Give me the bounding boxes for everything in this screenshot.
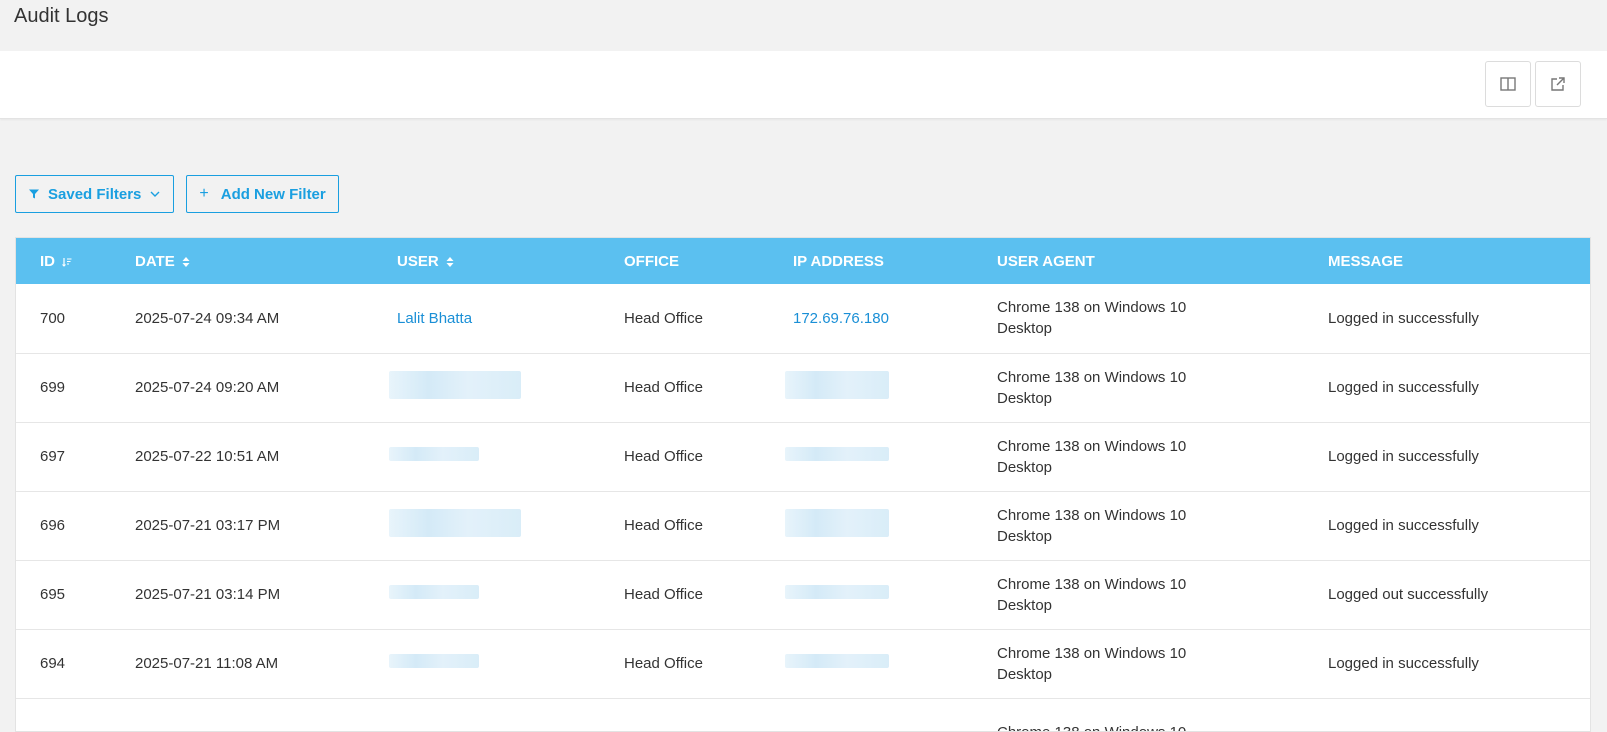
cell-id: 694 (40, 655, 66, 672)
columns-toggle-button[interactable] (1485, 61, 1531, 107)
cell-date (111, 698, 373, 731)
cell-user-agent: Chrome 138 on Windows 10 Desktop (997, 506, 1187, 545)
cell-message: Logged in successfully (1328, 379, 1479, 396)
cell-user-agent: Chrome 138 on Windows 10 Desktop (997, 575, 1187, 614)
chevron-down-icon (150, 191, 160, 197)
saved-filters-label: Saved Filters (48, 185, 142, 203)
audit-log-table: ID DATE USER OFFICE IP ADDRESS USER AGEN… (15, 237, 1591, 732)
cell-date: 2025-07-21 03:17 PM (135, 517, 281, 534)
redacted-block (389, 654, 479, 668)
column-header-user-agent: USER AGENT (997, 252, 1095, 270)
cell-id: 696 (40, 517, 66, 534)
cell-message: Logged out successfully (1328, 586, 1489, 603)
cell-user-redacted (373, 422, 600, 491)
table-row: 696 2025-07-21 03:17 PM Head Office Chro… (16, 491, 1590, 560)
table-row: 694 2025-07-21 11:08 AM Head Office Chro… (16, 629, 1590, 698)
cell-message: Logged in successfully (1328, 448, 1479, 465)
redacted-block (785, 447, 889, 461)
cell-user-agent: Chrome 138 on Windows 10 Desktop (997, 644, 1187, 683)
redacted-block (389, 370, 521, 399)
table-row: 697 2025-07-22 10:51 AM Head Office Chro… (16, 422, 1590, 491)
column-header-message: MESSAGE (1328, 252, 1404, 270)
cell-user-agent: Chrome 138 on Windows 10 (973, 698, 1304, 731)
plus-icon: + (199, 185, 209, 202)
table-row: 695 2025-07-21 03:14 PM Head Office Chro… (16, 560, 1590, 629)
cell-ip-redacted (769, 560, 973, 629)
page-header: Audit Logs (0, 0, 1607, 51)
page-title: Audit Logs (14, 5, 109, 27)
cell-user-redacted (373, 353, 600, 422)
table-row: Chrome 138 on Windows 10 (16, 698, 1590, 731)
export-button[interactable] (1535, 61, 1581, 107)
cell-user-redacted (373, 629, 600, 698)
cell-date: 2025-07-22 10:51 AM (135, 448, 280, 465)
redacted-block (785, 370, 889, 399)
cell-user-agent: Chrome 138 on Windows 10 Desktop (997, 368, 1187, 407)
table-row: 699 2025-07-24 09:20 AM Head Office Chro… (16, 353, 1590, 422)
cell-ip-redacted (769, 629, 973, 698)
cell-ip-redacted (769, 353, 973, 422)
columns-icon (1500, 77, 1516, 91)
redacted-block (785, 508, 889, 537)
cell-user-redacted (373, 560, 600, 629)
redacted-block (785, 585, 889, 599)
redacted-block (389, 585, 479, 599)
sort-icon (446, 256, 454, 267)
add-new-filter-label: Add New Filter (220, 185, 326, 203)
column-header-date[interactable]: DATE (111, 238, 373, 284)
cell-office: Head Office (624, 309, 703, 327)
external-link-icon (1551, 77, 1565, 91)
cell-message: Logged in successfully (1328, 309, 1479, 327)
cell-office: Head Office (624, 586, 703, 603)
cell-message: Logged in successfully (1328, 655, 1479, 672)
cell-date: 2025-07-21 03:14 PM (135, 586, 281, 603)
saved-filters-button[interactable]: Saved Filters (15, 175, 175, 213)
column-header-office: OFFICE (624, 252, 679, 270)
cell-ip-link[interactable] (769, 698, 973, 731)
cell-user-link[interactable] (373, 698, 600, 731)
cell-office: Head Office (624, 655, 703, 672)
cell-id: 697 (40, 448, 66, 465)
cell-ip-redacted (769, 422, 973, 491)
toolbar (0, 51, 1607, 119)
cell-office: Head Office (624, 448, 703, 465)
cell-user-agent: Chrome 138 on Windows 10 Desktop (997, 437, 1187, 476)
filter-bar: Saved Filters + Add New Filter (15, 175, 339, 213)
sort-desc-icon (62, 257, 72, 267)
cell-id: 695 (40, 586, 66, 603)
redacted-block (389, 447, 479, 461)
column-header-id[interactable]: ID (16, 238, 111, 284)
cell-office (600, 698, 769, 731)
table-row: 700 2025-07-24 09:34 AM Lalit Bhatta Hea… (16, 284, 1590, 353)
cell-date: 2025-07-24 09:20 AM (135, 379, 280, 396)
cell-user-redacted (373, 491, 600, 560)
cell-id (16, 698, 111, 731)
cell-message: Logged in successfully (1328, 517, 1479, 534)
cell-date: 2025-07-21 11:08 AM (135, 655, 279, 672)
cell-id: 699 (40, 379, 66, 396)
cell-message (1304, 698, 1590, 731)
cell-office: Head Office (624, 379, 703, 396)
cell-ip-redacted (769, 491, 973, 560)
redacted-block (785, 654, 889, 668)
redacted-block (389, 508, 521, 537)
cell-user-link[interactable]: Lalit Bhatta (373, 284, 600, 353)
add-new-filter-button[interactable]: + Add New Filter (186, 175, 339, 213)
filter-icon (29, 189, 39, 199)
cell-id: 700 (40, 309, 66, 327)
sort-icon (182, 256, 190, 267)
cell-ip-link[interactable]: 172.69.76.180 (769, 284, 973, 353)
cell-date: 2025-07-24 09:34 AM (135, 309, 280, 327)
column-header-ip-address: IP ADDRESS (793, 252, 884, 270)
cell-office: Head Office (624, 517, 703, 534)
column-header-user[interactable]: USER (373, 238, 600, 284)
cell-user-agent: Chrome 138 on Windows 10 Desktop (997, 299, 1187, 338)
table-header-row: ID DATE USER OFFICE IP ADDRESS USER AGEN… (16, 238, 1590, 284)
